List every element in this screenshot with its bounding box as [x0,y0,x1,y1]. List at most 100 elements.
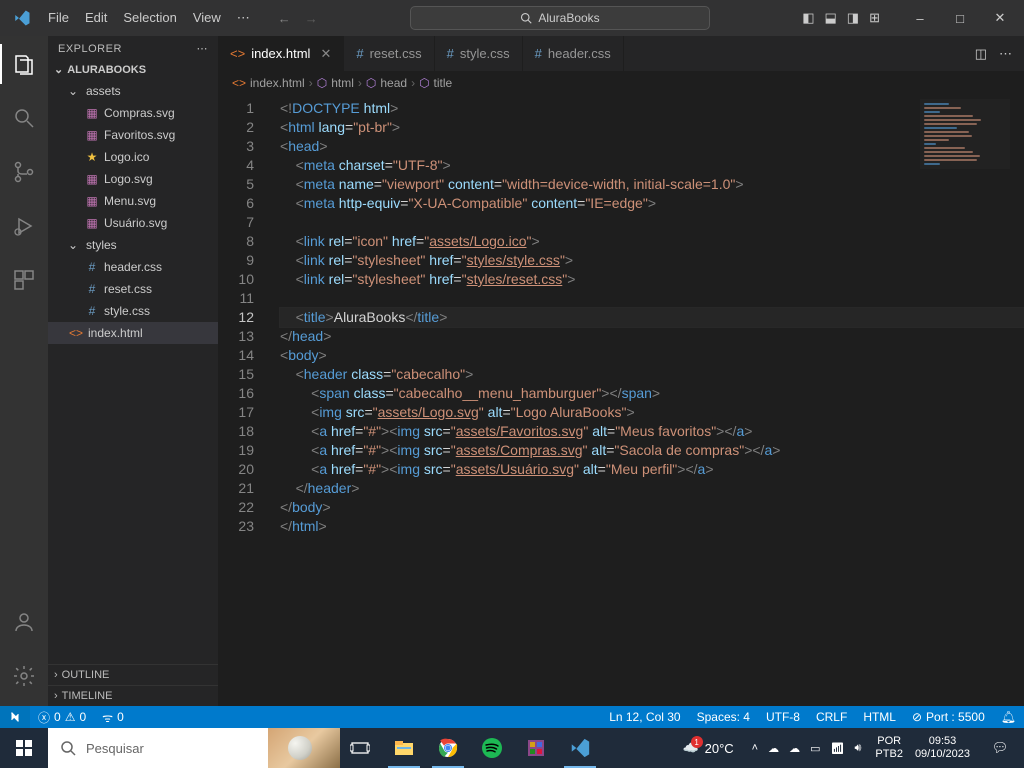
nav-arrows: ← → [278,11,318,26]
nav-back-icon[interactable]: ← [278,11,291,26]
activity-bar [0,36,48,706]
tab-reset-css[interactable]: # reset.css [344,36,434,71]
project-root[interactable]: ⌄ ALURABOOKS [48,61,218,78]
source-control-icon[interactable] [0,152,48,192]
notifications-icon[interactable]: 💬︎ [976,728,1024,768]
project-name: ALURABOOKS [67,64,146,76]
news-widget[interactable] [268,728,340,768]
tab-index-html[interactable]: <> index.html✕ [218,36,344,71]
debug-icon[interactable] [0,206,48,246]
spotify-icon[interactable] [472,728,512,768]
chevron-down-icon: ⌄ [54,63,63,76]
bell-icon: 🔔︎ [1001,710,1016,724]
chevron-right-icon: › [54,690,58,702]
maximize-button[interactable]: □ [940,0,980,36]
vscode-logo-icon [10,6,34,30]
breadcrumb[interactable]: <> index.html›⬡ html›⬡ head›⬡ title [218,71,1024,95]
account-icon[interactable] [0,602,48,642]
language-button[interactable]: HTML [855,710,904,724]
problems-button[interactable]: ⓧ0 ⚠0 [30,709,94,726]
tree-file[interactable]: ▦Usuário.svg [48,212,218,234]
battery-icon[interactable]: ▭ [810,742,820,755]
sidebar-header: EXPLORER ⋯ [48,36,218,61]
tree-folder[interactable]: ⌄assets [48,80,218,102]
close-tab-icon[interactable]: ✕ [320,46,331,62]
clock[interactable]: 09:53 09/10/2023 [909,735,976,761]
task-view-icon[interactable] [340,728,380,768]
chevron-down-icon: ⌄ [68,238,82,252]
tab-more-icon[interactable]: ⋯ [999,46,1012,62]
sidebar: EXPLORER ⋯ ⌄ ALURABOOKS ⌄assets▦Compras.… [48,36,218,706]
outline-section[interactable]: ›OUTLINE [48,664,218,685]
language-indicator[interactable]: POR PTB2 [869,735,909,761]
layout-grid-icon[interactable]: ⊞ [869,10,880,26]
indent-button[interactable]: Spaces: 4 [689,710,758,724]
tree-folder[interactable]: ⌄styles [48,234,218,256]
chrome-icon[interactable] [428,728,468,768]
system-tray: ˄ ☁ ☁ ▭ 📶︎ 🔊︎ [744,742,870,755]
tree-file[interactable]: <>index.html [48,322,218,344]
editor-area: <> index.html✕# reset.css# style.css# he… [218,36,1024,706]
tree-file[interactable]: #style.css [48,300,218,322]
tree-file[interactable]: #reset.css [48,278,218,300]
taskbar-apps [340,728,600,768]
eol-button[interactable]: CRLF [808,710,855,724]
layout-right-icon[interactable]: ◨ [847,10,859,26]
tray-overflow-icon[interactable]: ˄ [752,742,758,754]
vscode-app-icon[interactable] [560,728,600,768]
file-explorer-icon[interactable] [384,728,424,768]
onedrive-icon-2[interactable]: ☁ [789,742,800,755]
taskbar-search[interactable]: Pesquisar [48,728,268,768]
menu-view[interactable]: View [185,4,229,32]
minimap[interactable] [920,99,1010,169]
tree-file[interactable]: ▦Logo.svg [48,168,218,190]
code-content[interactable]: <!DOCTYPE html><html lang="pt-br"><head>… [268,95,1024,706]
notifications-button[interactable]: 🔔︎ [993,710,1024,724]
weather-widget[interactable]: ☁️1 20°C [672,740,743,756]
split-editor-icon[interactable]: ◫ [975,46,987,62]
tree-file[interactable]: ▦Favoritos.svg [48,124,218,146]
editor-tabs: <> index.html✕# reset.css# style.css# he… [218,36,1024,71]
code-editor[interactable]: 1234567891011121314151617181920212223 <!… [218,95,1024,706]
file-tree: ⌄assets▦Compras.svg▦Favoritos.svg★Logo.i… [48,78,218,664]
tree-file[interactable]: ★Logo.ico [48,146,218,168]
winrar-icon[interactable] [516,728,556,768]
volume-icon[interactable]: 🔊︎ [854,742,861,755]
cursor-position[interactable]: Ln 12, Col 30 [601,710,688,724]
timeline-section[interactable]: ›TIMELINE [48,685,218,706]
layout-left-icon[interactable]: ◧ [802,10,814,26]
live-server-button[interactable]: ⊘Port : 5500 [904,710,993,724]
tree-file[interactable]: ▦Menu.svg [48,190,218,212]
onedrive-icon[interactable]: ☁ [768,742,779,755]
menu-file[interactable]: File [40,4,77,32]
layout-bottom-icon[interactable]: ⬓ [825,10,837,26]
wifi-icon[interactable]: 📶︎ [831,742,845,755]
search-icon[interactable] [0,98,48,138]
error-icon: ⓧ [38,709,50,726]
menu-edit[interactable]: Edit [77,4,115,32]
radio-icon: ᯤ [102,709,113,726]
status-bar: ⓧ0 ⚠0 ᯤ0 Ln 12, Col 30 Spaces: 4 UTF-8 C… [0,706,1024,728]
settings-icon[interactable] [0,656,48,696]
extensions-icon[interactable] [0,260,48,300]
minimize-button[interactable]: – [900,0,940,36]
search-placeholder: Pesquisar [86,741,144,756]
tab-style-css[interactable]: # style.css [435,36,523,71]
encoding-button[interactable]: UTF-8 [758,710,808,724]
tree-file[interactable]: ▦Compras.svg [48,102,218,124]
start-button[interactable] [0,728,48,768]
sidebar-more-icon[interactable]: ⋯ [197,42,209,55]
tab-header-css[interactable]: # header.css [523,36,624,71]
remote-button[interactable] [0,706,30,728]
menu-selection[interactable]: Selection [115,4,184,32]
tree-file[interactable]: #header.css [48,256,218,278]
broadcast-icon: ⊘ [912,710,922,724]
port-forward-button[interactable]: ᯤ0 [94,709,132,726]
close-button[interactable]: ✕ [980,0,1020,36]
warning-icon: ⚠ [65,710,76,724]
explorer-icon[interactable] [0,44,48,84]
command-center: AluraBooks [318,6,802,30]
menu-overflow-icon[interactable]: ⋯ [229,4,258,32]
search-box[interactable]: AluraBooks [410,6,710,30]
nav-forward-icon[interactable]: → [305,11,318,26]
